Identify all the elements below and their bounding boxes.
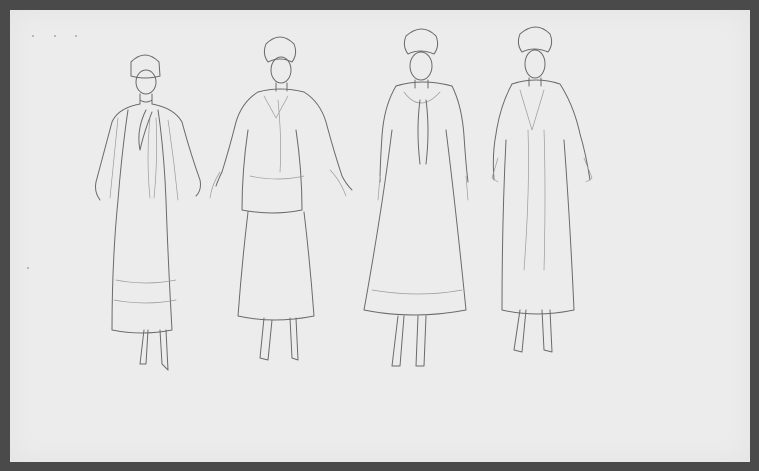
stray-mark <box>75 35 77 37</box>
pencil-sketch <box>27 26 593 371</box>
costume-sketch-4 <box>491 26 593 353</box>
stray-mark <box>54 35 56 37</box>
stray-mark <box>32 35 34 37</box>
stray-mark <box>27 267 29 269</box>
costume-sketch-2 <box>209 36 353 361</box>
costume-sketch-3 <box>363 28 469 367</box>
costume-sketch-1 <box>95 54 201 371</box>
